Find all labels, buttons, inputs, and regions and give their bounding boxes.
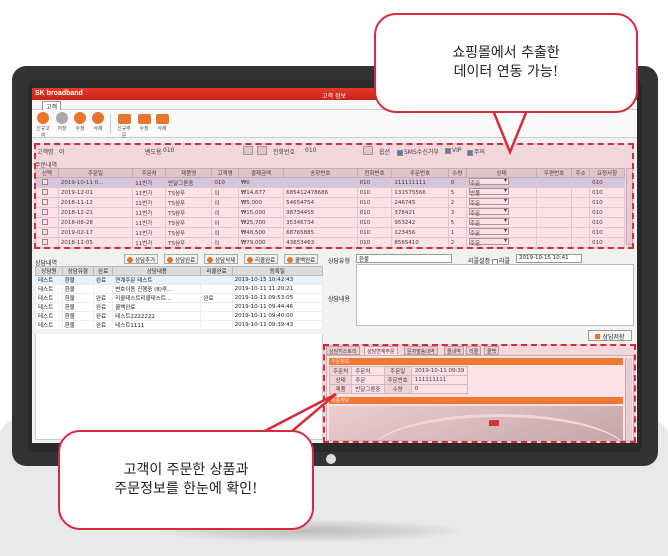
table-cell: 리콜테스트리콜테스트... — [112, 293, 202, 303]
table-cell: 콜백완료 — [112, 302, 202, 312]
table-cell — [200, 302, 233, 312]
edit-customer-label: 수정 — [75, 126, 85, 132]
bottom-callout-text: 고객이 주문한 상품과 주문정보를 한눈에 확인! — [114, 462, 258, 497]
table-cell: 환불 — [61, 293, 94, 303]
table-cell: 완료 — [92, 311, 114, 321]
table-cell: 환불 — [61, 275, 94, 285]
consult-content-textarea[interactable] — [356, 264, 634, 326]
person-delete-icon — [92, 112, 104, 124]
new-order-button[interactable]: 신규주문 — [116, 112, 132, 139]
brand-logo: SK broadband — [35, 90, 83, 97]
consult-column-header[interactable]: 상담유형 — [61, 266, 94, 276]
consult-table: 상담원 상담유형 완료 상담내용 리콜완료 등록일 테스트 환불 완료 연계주문 테스트 2019… — [35, 266, 324, 330]
add-consult-button[interactable]: 상담추가 — [124, 254, 159, 264]
table-cell: 테스트1111 — [112, 320, 202, 330]
table-cell: 테스트 — [35, 293, 63, 303]
table-cell: 테스트2222222 — [112, 311, 202, 321]
table-cell: 완료 — [92, 302, 114, 312]
recall-date-field[interactable]: 2019-10-15 10:41 — [516, 254, 582, 263]
table-row[interactable]: 테스트 환불 완료 연계주문 테스트 2019-10-15 10:42:43 — [35, 275, 324, 285]
table-cell: 완료 — [92, 275, 114, 285]
consult-type-select[interactable]: 환불 — [356, 254, 452, 263]
edit-order-label: 수정 — [139, 126, 149, 132]
edit-order-button[interactable]: 수정 — [136, 112, 152, 132]
table-cell: 환불 — [61, 311, 94, 321]
recall-date-value: 2019-10-15 10:41 — [519, 255, 569, 261]
orders-highlight — [34, 143, 634, 249]
consult-column-header[interactable]: 완료 — [92, 266, 114, 276]
consult-type-value: 환불 — [359, 257, 370, 263]
delete-order-label: 삭제 — [157, 126, 167, 132]
table-cell: 환불 — [61, 320, 94, 330]
consult-column-header[interactable]: 등록일 — [231, 266, 324, 276]
delete-order-button[interactable]: 삭제 — [154, 112, 170, 132]
table-cell: 환불 — [61, 302, 94, 312]
consult-column-header[interactable]: 상담내용 — [112, 266, 202, 276]
cart-edit-icon — [137, 114, 151, 124]
consult-type-label: 상담유형 — [328, 258, 351, 265]
save-consult-button[interactable]: 상담저장 — [588, 330, 632, 341]
table-cell: 2019-10-11 09:39:43 — [231, 320, 324, 330]
table-row[interactable]: 테스트 환불 완료 테스트1111 2019-10-11 09:39:43 — [35, 320, 324, 330]
table-cell — [200, 284, 233, 294]
person-add-icon — [37, 112, 49, 124]
complete-consult-button[interactable]: 상담완료 — [164, 254, 199, 264]
consult-header-row: 상담원 상담유형 완료 상담내용 리콜완료 등록일 — [35, 266, 324, 276]
save-customer-label: 저장 — [57, 126, 67, 132]
table-cell: 완료 — [92, 293, 114, 303]
table-row[interactable]: 테스트 환불 완료 리콜테스트리콜테스트... 완료 2019-10-11 09:53:0… — [35, 293, 324, 303]
table-row[interactable]: 테스트 환불 완료 테스트2222222 2019-10-11 09:40:00 — [35, 311, 324, 321]
cart-delete-icon — [155, 114, 169, 124]
recall-complete-button[interactable]: 리콜완료 — [244, 254, 279, 264]
table-row[interactable]: 테스트 환불 변호이동 진행중 (8)루... 2019-10-11 11:20:21 — [35, 284, 324, 294]
save-consult-label: 상담저장 — [602, 334, 625, 341]
table-cell — [200, 320, 233, 330]
table-cell: 변호이동 진행중 (8)루... — [112, 284, 202, 294]
consult-column-header[interactable]: 리콜완료 — [200, 266, 233, 276]
table-cell: 테스트 — [35, 320, 63, 330]
person-save-icon — [56, 112, 68, 124]
table-cell: 테스트 — [35, 275, 63, 285]
bottom-callout: 고객이 주문한 상품과 주문정보를 한눈에 확인! — [58, 430, 314, 530]
table-cell: 테스트 — [35, 311, 63, 321]
top-callout-text: 쇼핑몰에서 추출한 데이터 연동 가능! — [452, 45, 560, 80]
table-cell: 2019-10-11 09:44:46 — [231, 302, 324, 312]
table-cell: 완료 — [200, 293, 233, 303]
new-customer-label: 신규고객 — [36, 126, 50, 139]
table-cell: 환불 — [61, 284, 94, 294]
cart-add-icon — [117, 114, 131, 124]
table-cell: 2019-10-11 09:53:05 — [231, 293, 324, 303]
table-cell: 2019-10-15 10:42:43 — [231, 275, 324, 285]
table-row[interactable]: 테스트 환불 완료 콜백완료 2019-10-11 09:44:46 — [35, 302, 324, 312]
table-cell — [92, 284, 114, 294]
linked-order-highlight — [323, 344, 636, 443]
edit-customer-button[interactable]: 수정 — [72, 112, 88, 132]
new-order-label: 신규주문 — [117, 126, 131, 139]
callback-complete-button[interactable]: 콜백완료 — [284, 254, 319, 264]
table-cell: 2019-10-11 11:20:21 — [231, 284, 324, 294]
person-edit-icon — [74, 112, 86, 124]
table-cell — [200, 311, 233, 321]
consult-content-label: 상담내용 — [328, 296, 351, 303]
save-customer-button[interactable]: 저장 — [54, 112, 70, 132]
delete-customer-button[interactable]: 삭제 — [90, 112, 106, 132]
consult-column-header[interactable]: 상담원 — [35, 266, 63, 276]
new-customer-button[interactable]: 신규고객 — [35, 112, 51, 139]
delete-consult-button[interactable]: 상담삭제 — [204, 254, 239, 264]
table-cell — [200, 275, 233, 285]
table-cell: 연계주문 테스트 — [112, 275, 202, 285]
promo-stage: SK broadband 고객 정보 고객 신규고객 저장 수정 삭제 신규주문… — [0, 0, 668, 556]
table-cell: 완료 — [92, 320, 114, 330]
table-cell: 2019-10-11 09:40:00 — [231, 311, 324, 321]
monitor-power-dot — [326, 454, 336, 464]
table-cell: 테스트 — [35, 302, 63, 312]
toolbar-divider — [110, 114, 111, 134]
delete-customer-label: 삭제 — [93, 126, 103, 132]
window-title: 고객 정보 — [322, 93, 346, 100]
top-callout: 쇼핑몰에서 추출한 데이터 연동 가능! — [374, 13, 638, 113]
table-cell: 테스트 — [35, 284, 63, 294]
